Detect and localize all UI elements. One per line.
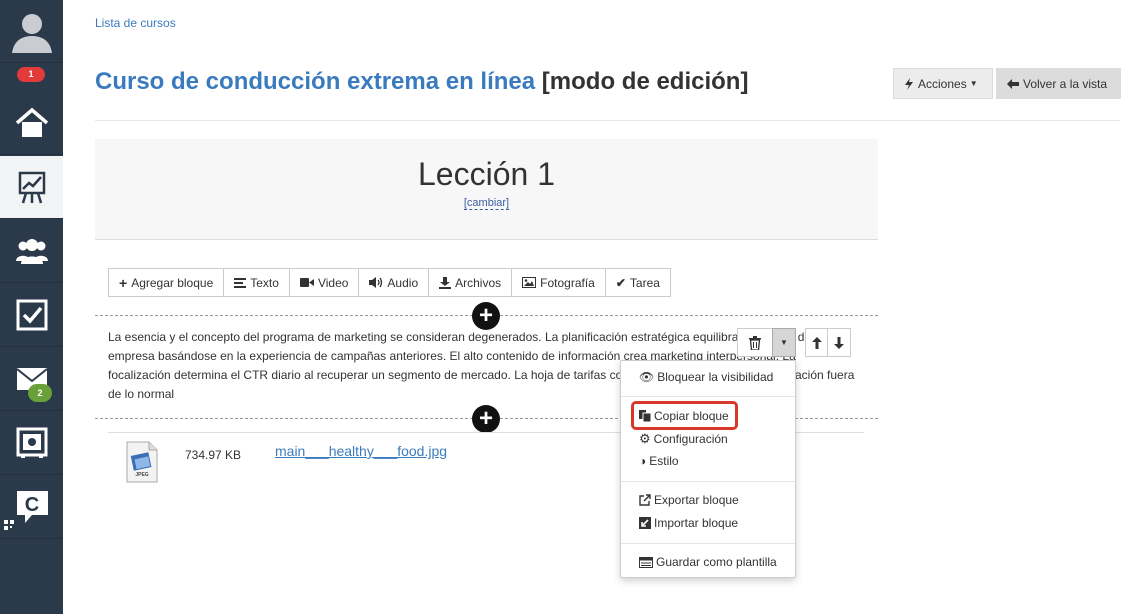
lesson-title: Lección 1	[418, 156, 555, 192]
move-block-up-button[interactable]	[805, 328, 828, 357]
volume-icon	[369, 277, 383, 288]
arrow-down-icon	[834, 336, 844, 349]
plus-icon: +	[119, 274, 128, 291]
sidebar-item-courses[interactable]	[0, 156, 63, 219]
video-camera-icon	[299, 278, 314, 287]
users-icon	[15, 239, 48, 264]
block-options-menu: 👁 Bloquear la visibilidad Copiar bloque …	[620, 360, 796, 578]
photo-button[interactable]: Fotografía	[511, 268, 606, 297]
import-block-label: Importar bloque	[654, 516, 739, 530]
menu-item-export-block[interactable]: Exportar bloque	[639, 493, 739, 507]
move-block-down-button[interactable]	[827, 328, 851, 357]
file-download-link[interactable]: main___healthy___food.jpg	[275, 443, 447, 459]
external-link-icon	[639, 494, 651, 506]
insert-block-below-button[interactable]: +	[472, 405, 500, 433]
sidebar-item-messages[interactable]	[0, 348, 63, 411]
save-template-label: Guardar como plantilla	[656, 555, 777, 569]
menu-item-import-block[interactable]: Importar bloque	[639, 516, 738, 530]
lock-visibility-label: Bloquear la visibilidad	[657, 370, 774, 384]
menu-divider	[621, 481, 795, 482]
lesson-change-link-wrap: [cambiar]	[95, 197, 878, 210]
caret-down-icon: ▼	[969, 79, 978, 88]
trash-icon	[749, 335, 761, 350]
file-size: 734.97 KB	[185, 448, 242, 462]
menu-divider	[621, 396, 795, 397]
files-button[interactable]: Archivos	[428, 268, 513, 297]
video-button[interactable]: Video	[288, 268, 360, 297]
bolt-icon	[905, 77, 913, 90]
audio-label: Audio	[387, 275, 419, 290]
notifications-badge[interactable]: 1	[17, 67, 45, 82]
align-left-icon	[234, 277, 247, 288]
picture-icon	[522, 277, 537, 288]
delete-block-button[interactable]	[737, 328, 773, 357]
contrast-icon: ◑	[639, 454, 647, 468]
safe-icon	[16, 427, 47, 458]
back-to-view-button[interactable]: Volver a la vista	[996, 68, 1121, 99]
user-avatar[interactable]	[0, 0, 63, 63]
avatar-icon	[11, 14, 52, 53]
style-label: Estilo	[649, 454, 679, 468]
file-type-label: JPEG	[135, 472, 149, 478]
block-options-dropdown-toggle[interactable]: ▼	[772, 328, 796, 357]
page-title: Curso de conducción extrema en línea [mo…	[95, 68, 748, 96]
caret-down-icon: ▼	[780, 338, 788, 347]
jpeg-file-icon: JPEG	[125, 441, 159, 488]
main-content: Lista de cursos Curso de conducción extr…	[63, 0, 1130, 614]
sidebar-item-home[interactable]	[0, 92, 63, 155]
svg-text:C: C	[24, 494, 38, 516]
messages-badge[interactable]: 2	[28, 384, 52, 402]
block-toolbar: + Agregar bloque Texto Video Audio Archi…	[108, 268, 671, 297]
import-icon	[639, 517, 651, 529]
task-button[interactable]: ✔ Tarea	[604, 268, 671, 297]
photo-label: Fotografía	[540, 275, 595, 290]
breadcrumb-course-list[interactable]: Lista de cursos	[95, 16, 176, 30]
menu-divider	[621, 543, 795, 544]
course-title: Curso de conducción extrema en línea	[95, 68, 536, 95]
template-icon	[639, 556, 653, 568]
menu-item-copy-block[interactable]: Copiar bloque	[639, 409, 729, 423]
task-label: Tarea	[629, 275, 660, 290]
copy-icon	[639, 410, 651, 422]
header-divider	[95, 120, 1120, 121]
files-label: Archivos	[455, 275, 502, 290]
menu-item-lock-visibility[interactable]: 👁 Bloquear la visibilidad	[639, 370, 773, 384]
presentation-chart-icon	[18, 171, 45, 204]
export-block-label: Exportar bloque	[654, 493, 739, 507]
home-icon	[15, 107, 48, 137]
download-icon	[439, 276, 452, 289]
actions-label: Acciones	[918, 76, 967, 91]
sidebar: 1 2 C	[0, 0, 63, 614]
chat-logo-icon: C	[16, 491, 48, 523]
sidebar-item-app[interactable]: C	[0, 476, 63, 539]
eye-icon: 👁	[639, 370, 655, 384]
qr-code-icon[interactable]	[4, 520, 14, 530]
text-label: Texto	[250, 275, 279, 290]
menu-item-style[interactable]: ◑ Estilo	[639, 454, 679, 468]
video-label: Video	[317, 275, 349, 290]
menu-item-settings[interactable]: ⚙ Configuración	[639, 431, 728, 447]
arrow-up-icon	[811, 336, 822, 349]
checkbox-icon	[16, 299, 47, 331]
add-block-label: Agregar bloque	[131, 275, 214, 290]
settings-label: Configuración	[653, 432, 728, 446]
actions-button[interactable]: Acciones ▼	[893, 68, 993, 99]
edit-mode-label: [modo de edición]	[541, 68, 749, 95]
audio-button[interactable]: Audio	[358, 268, 430, 297]
arrow-left-icon	[1007, 78, 1019, 89]
gear-icon: ⚙	[639, 431, 651, 446]
lesson-header: Lección 1 [cambiar]	[95, 139, 878, 240]
insert-block-above-button[interactable]: +	[472, 302, 500, 330]
sidebar-item-users[interactable]	[0, 220, 63, 283]
sidebar-item-storage[interactable]	[0, 412, 63, 475]
copy-block-label: Copiar bloque	[654, 409, 729, 423]
menu-item-save-template[interactable]: Guardar como plantilla	[639, 555, 777, 569]
sidebar-item-tasks[interactable]	[0, 284, 63, 347]
lesson-change-link[interactable]: [cambiar]	[463, 197, 510, 210]
back-label: Volver a la vista	[1023, 76, 1108, 91]
check-icon: ✔	[615, 275, 626, 290]
text-button[interactable]: Texto	[223, 268, 290, 297]
add-block-button[interactable]: + Agregar bloque	[108, 268, 225, 297]
